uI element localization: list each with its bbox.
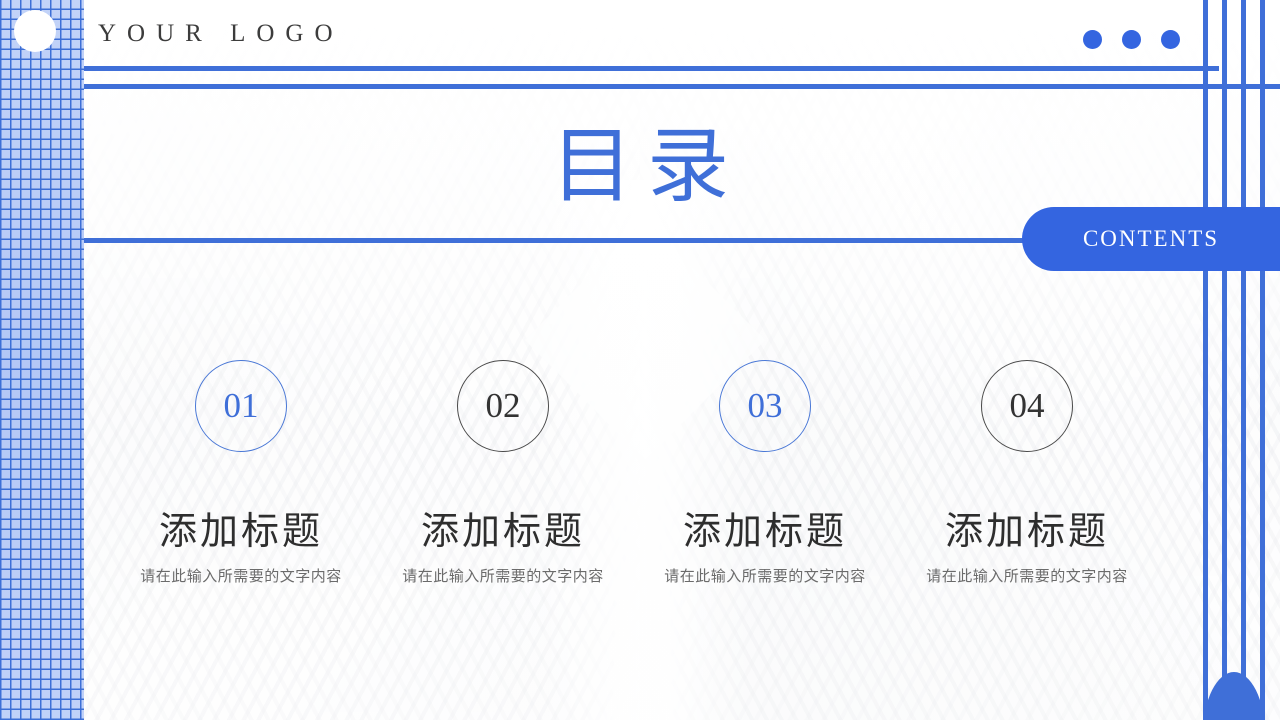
vertical-rule-4 — [1260, 0, 1265, 720]
toc-desc-1: 请在此输入所需要的文字内容 — [140, 568, 342, 585]
contents-badge: CONTENTS — [1022, 207, 1280, 271]
toc-desc-4: 请在此输入所需要的文字内容 — [926, 568, 1128, 585]
toc-item-3[interactable]: 03 添加标题 请在此输入所需要的文字内容 — [634, 360, 896, 586]
title-rule — [84, 238, 1110, 243]
dot-icon-3 — [1161, 30, 1180, 49]
vertical-rule-3 — [1241, 0, 1246, 720]
left-grid-band — [0, 0, 84, 720]
vertical-rule-1 — [1203, 0, 1208, 720]
toc-number-4: 04 — [981, 360, 1073, 452]
toc-number-1: 01 — [195, 360, 287, 452]
header-dots — [1083, 30, 1180, 49]
header-rule-bottom — [84, 84, 1280, 89]
toc-title-2: 添加标题 — [420, 511, 585, 553]
toc-title-4: 添加标题 — [944, 511, 1109, 553]
toc-desc-3: 请在此输入所需要的文字内容 — [664, 568, 866, 585]
vertical-rule-2 — [1222, 0, 1227, 720]
page-title: 目录 — [550, 121, 743, 212]
toc-items: 01 添加标题 请在此输入所需要的文字内容 02 添加标题 请在此输入所需要的文… — [110, 360, 1200, 586]
header-rule-top — [84, 66, 1219, 71]
toc-item-4[interactable]: 04 添加标题 请在此输入所需要的文字内容 — [896, 360, 1158, 586]
toc-number-2: 02 — [457, 360, 549, 452]
toc-desc-2: 请在此输入所需要的文字内容 — [402, 568, 604, 585]
toc-title-3: 添加标题 — [682, 511, 847, 553]
logo-text: YOUR LOGO — [98, 20, 344, 47]
toc-item-1[interactable]: 01 添加标题 请在此输入所需要的文字内容 — [110, 360, 372, 586]
toc-title-1: 添加标题 — [158, 511, 323, 553]
toc-number-3: 03 — [719, 360, 811, 452]
slide-canvas: YOUR LOGO 目录 CONTENTS 01 添加标题 请在此输入所需要的文… — [0, 0, 1280, 720]
dot-icon-1 — [1083, 30, 1102, 49]
dot-icon-2 — [1122, 30, 1141, 49]
contents-badge-label: CONTENTS — [1082, 226, 1220, 251]
logo-circle-icon — [14, 10, 56, 52]
toc-item-2[interactable]: 02 添加标题 请在此输入所需要的文字内容 — [372, 360, 634, 586]
